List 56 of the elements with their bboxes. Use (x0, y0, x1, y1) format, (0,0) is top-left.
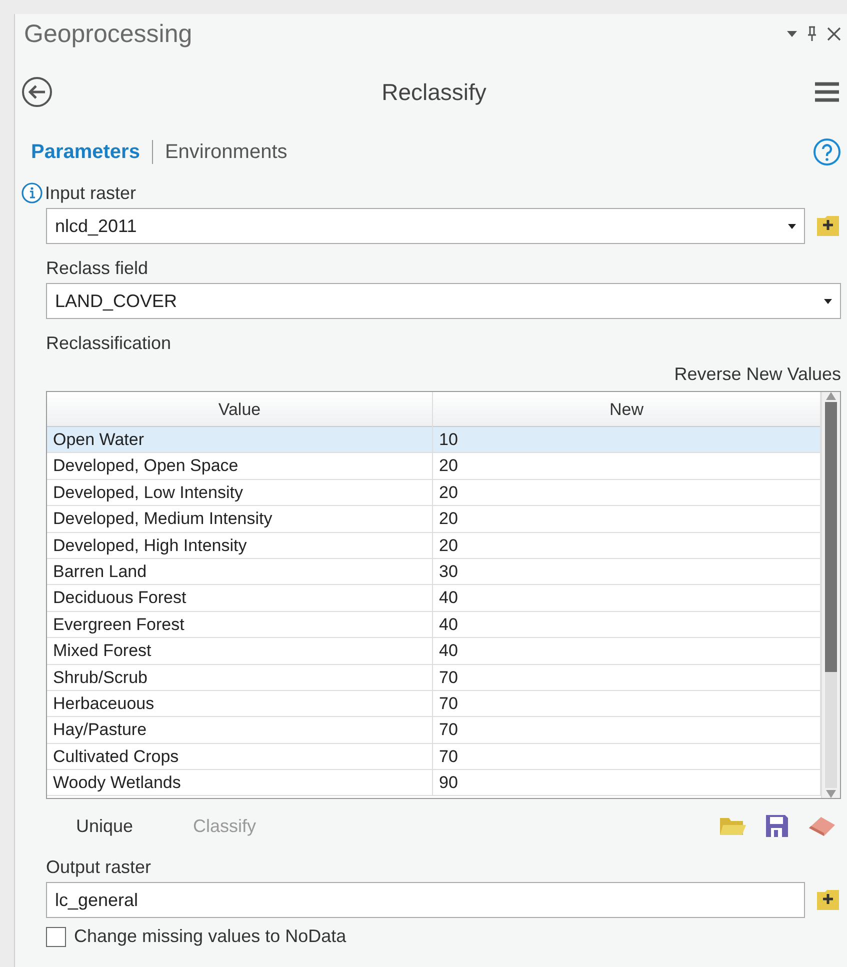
pin-icon[interactable] (807, 26, 817, 42)
panel-title: Geoprocessing (23, 20, 194, 48)
table-cell: Open Water (47, 427, 433, 452)
tool-title: Reclassify (380, 78, 488, 106)
table-cell: Mixed Forest (47, 638, 433, 664)
table-cell: Woody Wetlands (47, 770, 433, 796)
mode-button[interactable]: Unique (46, 816, 164, 836)
table-row[interactable]: Mixed Forest 40 (47, 638, 821, 665)
reverse-values-link[interactable]: Reverse New Values (674, 364, 841, 385)
reclass-field-dropdown[interactable]: LAND_COVER (46, 283, 841, 319)
dropdown-caret-icon[interactable] (824, 298, 832, 304)
tab[interactable]: Parameters (31, 140, 140, 164)
help-icon[interactable] (813, 138, 841, 166)
table-row[interactable]: Herbaceuous 70 (47, 690, 821, 718)
add-data-icon[interactable] (815, 214, 841, 238)
output-raster-field[interactable]: lc_general (46, 882, 805, 918)
add-data-icon[interactable] (815, 888, 841, 912)
back-icon[interactable] (21, 76, 53, 108)
section-label: Reclassification (46, 333, 172, 354)
table-cell: Developed, High Intensity (47, 532, 433, 558)
table-cell: Barren Land (47, 558, 433, 584)
table-cell: Shrub/Scrub (47, 664, 433, 690)
table-cell: Deciduous Forest (47, 585, 433, 611)
table-cell: Developed, Low Intensity (47, 480, 433, 506)
checkbox[interactable] (46, 926, 66, 946)
table-cell: Evergreen Forest (47, 612, 433, 638)
table-cell: Hay/Pasture (47, 717, 433, 743)
table-row[interactable]: Deciduous Forest 40 (47, 585, 821, 612)
field-label: Input raster (45, 182, 136, 204)
table-row[interactable]: Hay/Pasture 70 (47, 717, 821, 744)
table-row[interactable]: Developed, Low Intensity 20 (47, 480, 821, 506)
table-cell: Developed, Open Space (47, 453, 433, 479)
input-raster-dropdown[interactable]: nlcd_2011 (46, 208, 805, 244)
checkbox-label[interactable]: Change missing values to NoData (74, 926, 346, 947)
menu-icon[interactable] (815, 82, 839, 102)
eraser-icon[interactable] (807, 814, 837, 838)
table-row[interactable]: Developed, High Intensity 20 (47, 532, 821, 559)
table-cell: Cultivated Crops (47, 744, 433, 770)
close-icon[interactable] (827, 27, 841, 41)
dropdown-caret-icon[interactable] (787, 31, 797, 37)
field-label: Output raster (46, 857, 152, 878)
table-row[interactable]: Developed, Open Space 20 (47, 453, 821, 480)
table-row[interactable]: Developed, Medium Intensity 20 (47, 506, 821, 533)
tab[interactable]: Environments (164, 140, 288, 164)
table-row[interactable]: Evergreen Forest 40 (47, 612, 821, 638)
field-label: Reclass field (46, 258, 150, 279)
table-row[interactable]: Shrub/Scrub 70 (47, 664, 821, 691)
table-row[interactable]: Cultivated Crops 70 (47, 744, 821, 770)
info-icon[interactable] (21, 182, 43, 204)
table-row[interactable]: Open Water 10 (47, 427, 821, 454)
save-icon[interactable] (765, 814, 789, 838)
dropdown-caret-icon[interactable] (788, 224, 796, 228)
table-cell: Developed, Medium Intensity (47, 506, 433, 532)
table-cell: Herbaceuous (47, 690, 433, 716)
table-row[interactable]: Barren Land 30 (47, 558, 821, 586)
table-row[interactable]: Woody Wetlands 90 (47, 770, 821, 796)
